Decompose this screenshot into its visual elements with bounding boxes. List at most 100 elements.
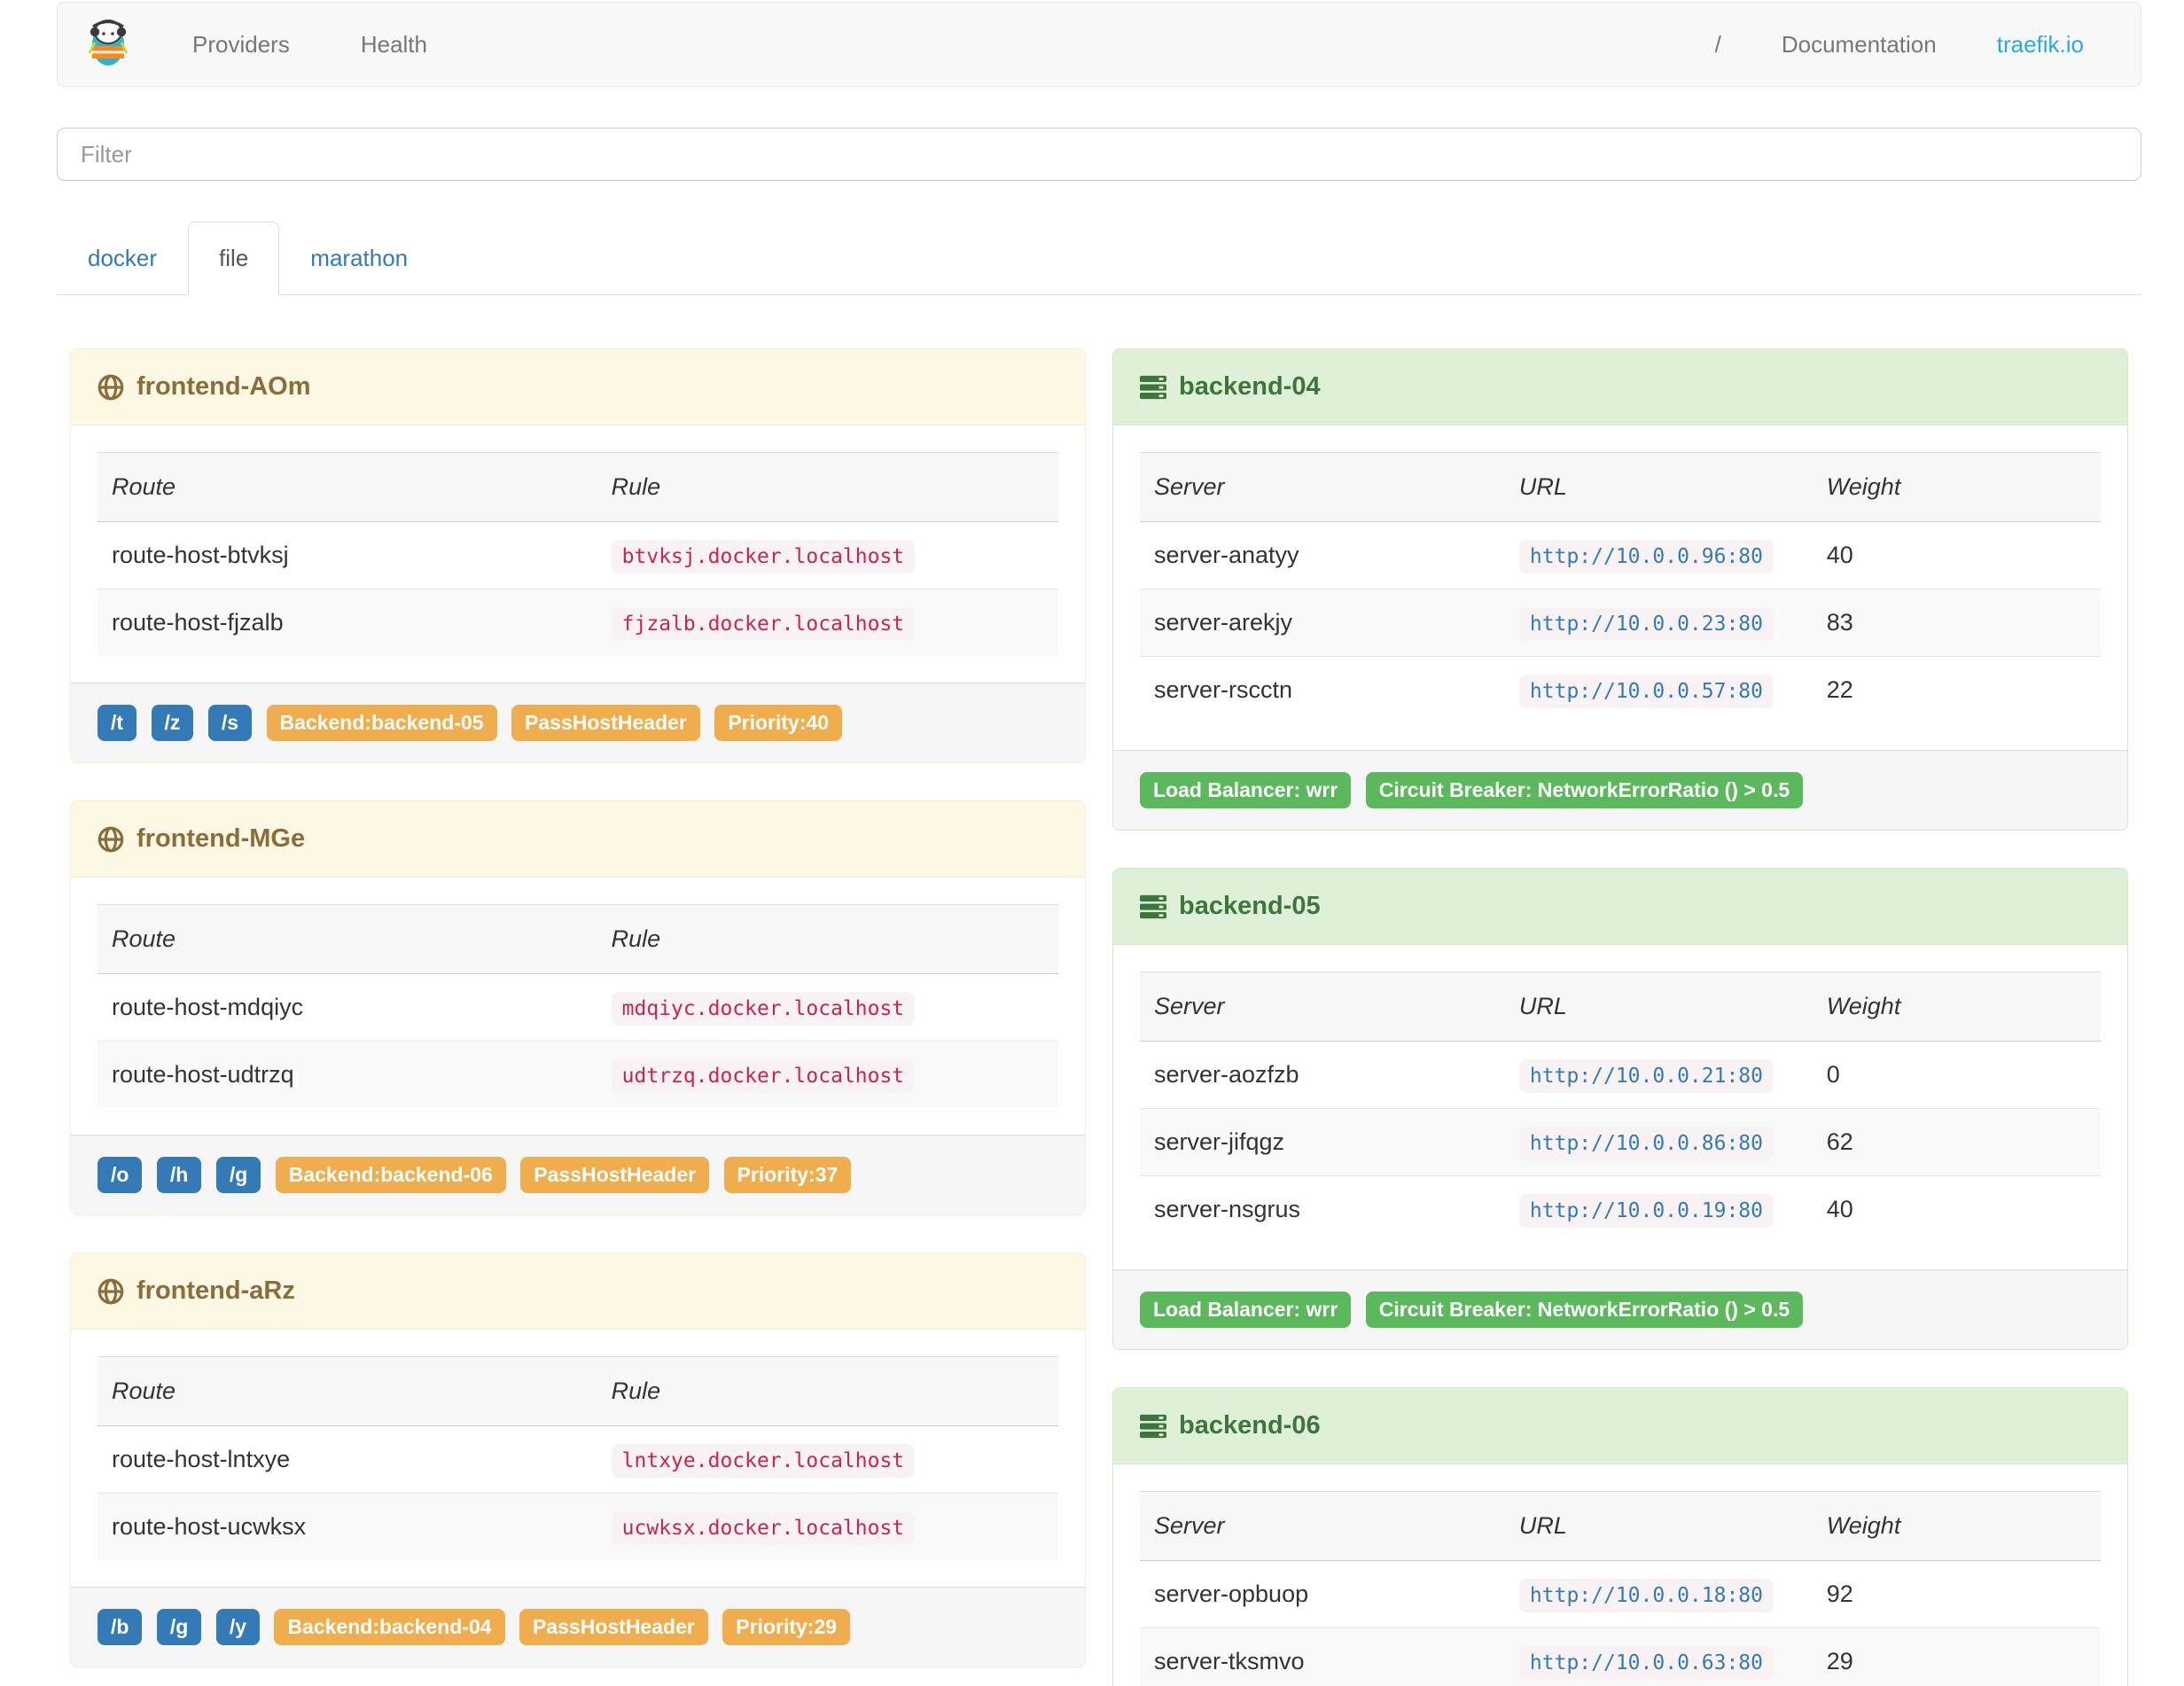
priority-badge: Priority:37 (723, 1157, 852, 1193)
rule-value: ucwksx.docker.localhost (611, 1511, 916, 1545)
routes-table: Route Rule route-host-mdqiyc mdqiyc.dock… (98, 904, 1058, 1108)
server-weight: 40 (1812, 1175, 2101, 1243)
circuit-breaker-badge: Circuit Breaker: NetworkErrorRatio () > … (1365, 1292, 1804, 1328)
route-column-header: Route (98, 904, 597, 974)
backend-panel-body: Server URL Weight server-anatyy http://1… (1113, 425, 2127, 750)
entrypoint-badge: /s (207, 705, 253, 741)
backend-panel-body: Server URL Weight server-aozfzb http://1… (1113, 945, 2127, 1269)
tab-marathon[interactable]: marathon (279, 222, 439, 295)
frontend-panel: frontend-MGe Route Rule route-host-mdqiy… (70, 800, 1086, 1215)
entrypoint-badge: /y (215, 1609, 260, 1645)
backend-panel-footer: Load Balancer: wrr Circuit Breaker: Netw… (1113, 750, 2127, 830)
server-url-link[interactable]: http://10.0.0.19:80 (1518, 1194, 1774, 1228)
rule-column-header: Rule (597, 1356, 1058, 1426)
server-weight: 22 (1812, 656, 2101, 723)
weight-column-header: Weight (1812, 1491, 2101, 1561)
table-row: server-anatyy http://10.0.0.96:80 40 (1140, 521, 2101, 589)
provider-tabs: docker file marathon (57, 222, 2141, 295)
tab-docker[interactable]: docker (57, 222, 188, 295)
backend-ref-badge: Backend:backend-06 (275, 1157, 506, 1193)
server-url-link[interactable]: http://10.0.0.21:80 (1518, 1059, 1774, 1093)
backend-panel: backend-06 Server URL Weight server-opbu… (1112, 1387, 2128, 1686)
frontend-panel-body: Route Rule route-host-mdqiyc mdqiyc.dock… (71, 878, 1085, 1135)
backend-title: backend-06 (1179, 1411, 1321, 1440)
server-name: server-rscctn (1140, 656, 1505, 723)
server-column-header: Server (1140, 1491, 1505, 1561)
backend-title: backend-04 (1179, 372, 1321, 401)
load-balancer-badge: Load Balancer: wrr (1140, 772, 1352, 808)
server-url-link[interactable]: http://10.0.0.23:80 (1518, 607, 1774, 641)
rule-value: btvksj.docker.localhost (611, 540, 916, 574)
frontend-panel-footer: /t /z /s Backend:backend-05 PassHostHead… (71, 683, 1085, 762)
table-row: route-host-udtrzq udtrzq.docker.localhos… (98, 1041, 1058, 1108)
rule-column-header: Rule (597, 904, 1058, 974)
table-header-row: Route Rule (98, 452, 1058, 522)
server-icon (1140, 894, 1166, 920)
nav-traefik-io-link[interactable]: traefik.io (1967, 31, 2087, 59)
backend-panel-body: Server URL Weight server-opbuop http://1… (1113, 1464, 2127, 1686)
route-name: route-host-lntxye (98, 1425, 597, 1494)
table-row: route-host-lntxye lntxye.docker.localhos… (98, 1425, 1058, 1494)
nav-health-link[interactable]: Health (325, 31, 463, 59)
backend-panel-heading: backend-04 (1113, 349, 2127, 425)
server-url-link[interactable]: http://10.0.0.96:80 (1518, 540, 1774, 574)
server-url-link[interactable]: http://10.0.0.63:80 (1518, 1646, 1774, 1680)
table-row: route-host-btvksj btvksj.docker.localhos… (98, 521, 1058, 589)
rule-column-header: Rule (597, 452, 1058, 522)
server-url-link[interactable]: http://10.0.0.57:80 (1518, 675, 1774, 708)
weight-column-header: Weight (1812, 972, 2101, 1042)
entrypoint-badge: /o (98, 1157, 143, 1193)
server-name: server-arekjy (1140, 589, 1505, 657)
server-url-link[interactable]: http://10.0.0.86:80 (1518, 1127, 1774, 1160)
server-column-header: Server (1140, 452, 1505, 522)
load-balancer-badge: Load Balancer: wrr (1140, 1292, 1352, 1328)
server-weight: 40 (1812, 521, 2101, 589)
table-row: server-tksmvo http://10.0.0.63:80 29 (1140, 1627, 2101, 1686)
route-name: route-host-ucwksx (98, 1493, 597, 1560)
nav-documentation-link[interactable]: Documentation (1751, 31, 1967, 59)
server-weight: 92 (1812, 1560, 2101, 1628)
entrypoint-badge: /z (151, 705, 194, 741)
server-name: server-jifqgz (1140, 1108, 1505, 1176)
passhostheader-badge: PassHostHeader (511, 705, 700, 741)
frontend-title: frontend-AOm (136, 372, 311, 401)
server-name: server-aozfzb (1140, 1041, 1505, 1109)
backend-panel: backend-05 Server URL Weight server-aozf… (1112, 868, 2128, 1350)
table-row: route-host-fjzalb fjzalb.docker.localhos… (98, 589, 1058, 656)
globe-icon (98, 374, 124, 401)
tab-file[interactable]: file (188, 222, 280, 295)
server-icon (1140, 1413, 1166, 1440)
filter-input[interactable] (57, 128, 2141, 181)
entrypoint-badge: /t (98, 705, 137, 741)
table-header-row: Server URL Weight (1140, 452, 2101, 522)
frontends-column: frontend-AOm Route Rule route-host-btvks… (57, 348, 1099, 1686)
nav-path-link[interactable]: / (1685, 31, 1751, 59)
servers-table: Server URL Weight server-opbuop http://1… (1140, 1491, 2101, 1686)
rule-value: mdqiyc.docker.localhost (611, 992, 916, 1026)
routes-table: Route Rule route-host-lntxye lntxye.dock… (98, 1356, 1058, 1560)
server-name: server-nsgrus (1140, 1175, 1505, 1243)
traefik-logo[interactable] (84, 16, 132, 74)
server-url-link[interactable]: http://10.0.0.18:80 (1518, 1579, 1774, 1612)
routes-table: Route Rule route-host-btvksj btvksj.dock… (98, 452, 1058, 656)
globe-icon (98, 1278, 124, 1305)
server-name: server-anatyy (1140, 521, 1505, 589)
table-row: route-host-ucwksx ucwksx.docker.localhos… (98, 1493, 1058, 1560)
table-row: route-host-mdqiyc mdqiyc.docker.localhos… (98, 973, 1058, 1042)
priority-badge: Priority:40 (714, 705, 843, 741)
backends-column: backend-04 Server URL Weight server-anat… (1099, 348, 2141, 1686)
frontend-title: frontend-aRz (136, 1276, 295, 1305)
backend-ref-badge: Backend:backend-04 (274, 1609, 505, 1645)
nav-providers-link[interactable]: Providers (157, 31, 325, 59)
content-row: frontend-AOm Route Rule route-host-btvks… (57, 348, 2141, 1686)
rule-value: udtrzq.docker.localhost (611, 1059, 916, 1093)
frontend-panel-heading: frontend-aRz (71, 1253, 1085, 1330)
frontend-panel-heading: frontend-MGe (71, 801, 1085, 878)
server-column-header: Server (1140, 972, 1505, 1042)
passhostheader-badge: PassHostHeader (520, 1157, 710, 1193)
globe-icon (98, 826, 124, 853)
table-row: server-rscctn http://10.0.0.57:80 22 (1140, 656, 2101, 723)
frontend-panel: frontend-AOm Route Rule route-host-btvks… (70, 348, 1086, 763)
rule-value: fjzalb.docker.localhost (611, 607, 916, 641)
server-weight: 29 (1812, 1627, 2101, 1686)
